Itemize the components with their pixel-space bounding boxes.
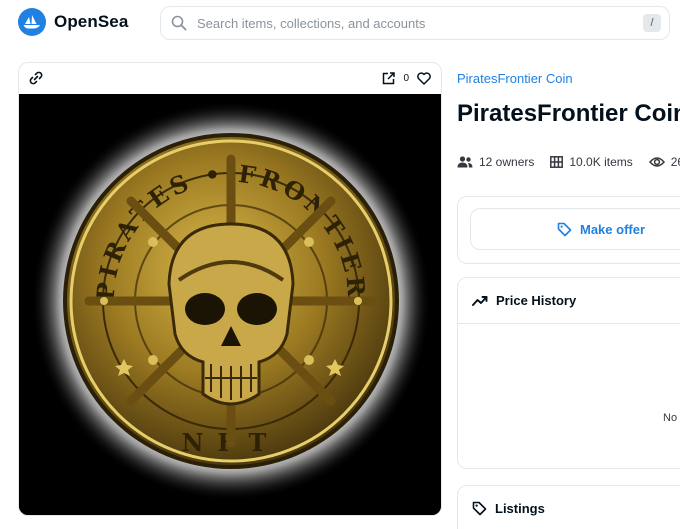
opensea-boat-icon — [18, 8, 46, 36]
views-count: 26 vi — [670, 155, 680, 169]
price-history-panel: Price History No o — [457, 277, 680, 469]
make-offer-label: Make offer — [580, 221, 646, 237]
search-input[interactable] — [197, 15, 669, 31]
opensea-logo[interactable]: OpenSea — [18, 8, 128, 36]
owners-count: 12 owners — [479, 155, 535, 169]
tag-icon — [472, 501, 487, 516]
nft-image[interactable]: PIRATES • FRONTIER NFT — [19, 94, 441, 515]
owners-stat[interactable]: 12 owners — [457, 155, 534, 169]
people-icon — [457, 156, 473, 168]
item-media-card: 0 PIRA ES • FRO TIER — [18, 62, 442, 516]
collection-link[interactable]: PiratesFrontier Coin — [457, 71, 573, 86]
tag-icon — [557, 222, 572, 237]
price-history-title: Price History — [496, 293, 577, 308]
price-history-empty-text: No o — [663, 412, 680, 424]
trend-line-icon — [472, 295, 488, 307]
search-bar[interactable]: / — [160, 6, 670, 40]
items-count: 10.0K items — [569, 155, 633, 169]
item-stats: 12 owners 10.0K items 26 vi — [457, 155, 680, 169]
price-history-header[interactable]: Price History — [458, 278, 680, 324]
search-shortcut-key: / — [643, 14, 661, 32]
listings-title: Listings — [495, 500, 545, 516]
grid-icon — [550, 156, 564, 168]
eye-icon — [648, 156, 665, 168]
favorites-count: 0 — [403, 72, 409, 84]
items-stat: 10.0K items — [550, 155, 633, 169]
brand-name: OpenSea — [54, 12, 129, 31]
heart-icon[interactable] — [417, 71, 431, 85]
listings-panel: Listings — [457, 485, 680, 529]
media-toolbar: 0 — [19, 63, 441, 93]
chain-link-icon[interactable] — [29, 71, 43, 85]
listings-header[interactable]: Listings — [458, 486, 680, 529]
item-title: PiratesFrontier Coin — [457, 100, 680, 127]
views-stat: 26 vi — [648, 155, 680, 169]
make-offer-button[interactable]: Make offer — [470, 208, 680, 250]
open-external-icon[interactable] — [382, 71, 396, 85]
search-icon — [171, 15, 187, 31]
offer-panel: Make offer — [457, 196, 680, 264]
